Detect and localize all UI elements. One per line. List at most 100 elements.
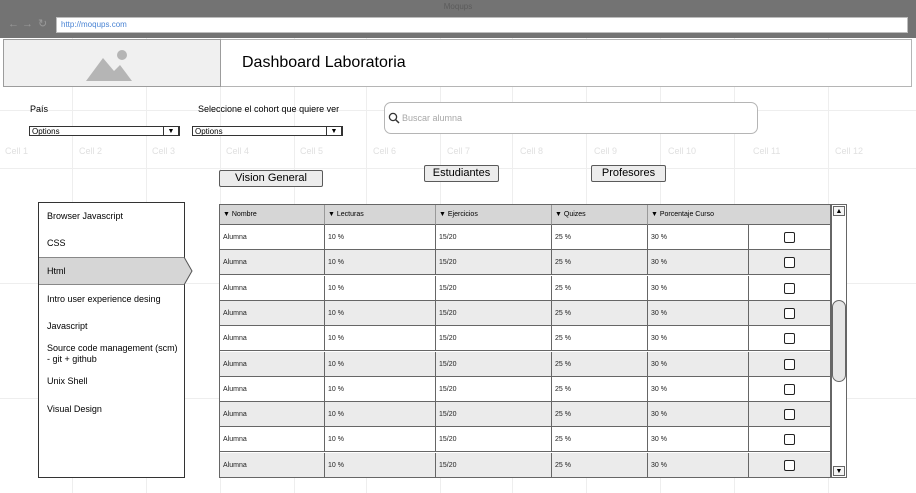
- table-row[interactable]: Alumna 10 % 15/20 25 % 30 %: [220, 351, 830, 377]
- estudiantes-button[interactable]: Estudiantes: [424, 165, 499, 182]
- table-cell: Alumna: [220, 326, 325, 352]
- vision-general-button[interactable]: Vision General: [219, 170, 323, 187]
- sidebar-item-javascript[interactable]: Javascript: [39, 321, 184, 332]
- cohort-select[interactable]: Options ▼: [192, 126, 343, 136]
- checkbox-icon[interactable]: [784, 333, 795, 345]
- search-input[interactable]: Buscar alumna: [384, 102, 758, 134]
- cohort-select-value: Options: [195, 127, 223, 136]
- table-scrollbar[interactable]: ▲ ▼: [831, 204, 847, 478]
- table-cell: 25 %: [552, 250, 648, 276]
- table-cell: 15/20: [436, 225, 552, 250]
- table-row[interactable]: Alumna 10 % 15/20 25 % 30 %: [220, 376, 830, 402]
- cohort-label: Seleccione el cohort que quiere ver: [198, 104, 340, 114]
- scroll-down-icon[interactable]: ▼: [833, 466, 845, 476]
- grid-cell-label: Cell 2: [79, 146, 103, 156]
- table-row[interactable]: Alumna 10 % 15/20 25 % 30 %: [220, 275, 830, 301]
- checkbox-icon[interactable]: [784, 307, 795, 319]
- table-cell: 10 %: [325, 326, 436, 352]
- table-cell: 25 %: [552, 275, 648, 301]
- country-select-value: Options: [32, 127, 60, 136]
- grid-cell-label: Cell 5: [300, 146, 324, 156]
- column-header-label: Porcentaje Curso: [659, 211, 714, 218]
- search-icon: [388, 112, 400, 124]
- table-cell: 10 %: [325, 427, 436, 453]
- checkbox-icon[interactable]: [784, 459, 795, 471]
- column-header-label: Lecturas: [336, 211, 364, 218]
- table-cell: Alumna: [220, 300, 325, 326]
- table-cell: 30 %: [648, 351, 749, 377]
- table-row[interactable]: Alumna 10 % 15/20 25 % 30 %: [220, 326, 830, 352]
- column-header[interactable]: ▼ Porcentaje Curso: [648, 205, 830, 225]
- column-header[interactable]: ▼ Quizes: [552, 205, 648, 225]
- table-cell: 10 %: [325, 402, 436, 428]
- sort-down-icon[interactable]: ▼: [328, 211, 337, 218]
- table-row[interactable]: Alumna 10 % 15/20 25 % 30 %: [220, 300, 830, 326]
- table-cell: 15/20: [436, 376, 552, 402]
- sort-down-icon[interactable]: ▼: [223, 211, 232, 218]
- window-title: Moqups: [443, 2, 473, 11]
- sort-down-icon[interactable]: ▼: [651, 211, 660, 218]
- checkbox-icon[interactable]: [784, 434, 795, 446]
- table-row[interactable]: Alumna 10 % 15/20 25 % 30 %: [220, 250, 830, 276]
- sidebar-item-unix-shell[interactable]: Unix Shell: [39, 376, 184, 387]
- table-cell: 10 %: [325, 225, 436, 250]
- table-row[interactable]: Alumna 10 % 15/20 25 % 30 %: [220, 402, 830, 428]
- chevron-down-icon[interactable]: ▼: [326, 127, 342, 135]
- table-cell: 25 %: [552, 427, 648, 453]
- column-header[interactable]: ▼ Lecturas: [325, 205, 436, 225]
- table-cell: 15/20: [436, 275, 552, 301]
- reload-icon[interactable]: ↻: [38, 18, 48, 30]
- sidebar-item-css[interactable]: CSS: [39, 238, 184, 249]
- table-cell: 15/20: [436, 326, 552, 352]
- checkbox-icon[interactable]: [784, 383, 795, 395]
- sidebar-item-intro-ux[interactable]: Intro user experience desing: [39, 294, 184, 305]
- grid-cell-label: Cell 1: [5, 146, 29, 156]
- table-row[interactable]: Alumna 10 % 15/20 25 % 30 %: [220, 225, 830, 250]
- url-bar[interactable]: http://moqups.com: [56, 17, 908, 33]
- arrow-right-icon[interactable]: →: [22, 18, 33, 30]
- grid-cell-label: Cell 6: [373, 146, 397, 156]
- table-cell: 25 %: [552, 376, 648, 402]
- table-cell: 30 %: [648, 275, 749, 301]
- table-cell: 25 %: [552, 452, 648, 477]
- grid-cell-label: Cell 8: [520, 146, 544, 156]
- course-sidebar: Browser Javascript CSS Html Intro user e…: [38, 202, 185, 478]
- sidebar-item-browser-javascript[interactable]: Browser Javascript: [39, 211, 184, 222]
- checkbox-icon[interactable]: [784, 282, 795, 294]
- checkbox-icon[interactable]: [784, 409, 795, 421]
- grid-cell-label: Cell 11: [753, 146, 781, 156]
- checkbox-icon[interactable]: [784, 232, 795, 243]
- grid-cell-label: Cell 7: [447, 146, 471, 156]
- table-cell: 10 %: [325, 376, 436, 402]
- country-select[interactable]: Options ▼: [29, 126, 180, 136]
- profesores-button[interactable]: Profesores: [591, 165, 666, 182]
- chevron-down-icon[interactable]: ▼: [163, 127, 179, 135]
- logo-placeholder: [3, 39, 221, 87]
- checkbox-icon[interactable]: [784, 358, 795, 370]
- sidebar-item-html[interactable]: Html: [39, 257, 184, 285]
- checkbox-icon[interactable]: [784, 257, 795, 269]
- table-cell: 15/20: [436, 300, 552, 326]
- table-cell: 15/20: [436, 427, 552, 453]
- page-title: Dashboard Laboratoria: [242, 54, 406, 71]
- sort-down-icon[interactable]: ▼: [439, 211, 448, 218]
- search-placeholder: Buscar alumna: [402, 113, 463, 123]
- sort-down-icon[interactable]: ▼: [555, 211, 564, 218]
- table-cell: 30 %: [648, 376, 749, 402]
- grid-cell-label: Cell 10: [668, 146, 697, 156]
- column-header[interactable]: ▼ Nombre: [220, 205, 325, 225]
- table-cell: 10 %: [325, 300, 436, 326]
- column-header[interactable]: ▼ Ejercicios: [436, 205, 552, 225]
- sidebar-item-scm[interactable]: Source code management (scm) - git + git…: [39, 343, 184, 365]
- scroll-up-icon[interactable]: ▲: [833, 206, 845, 216]
- image-placeholder-icon: [86, 50, 132, 81]
- table-cell: 30 %: [648, 427, 749, 453]
- table-cell: 15/20: [436, 250, 552, 276]
- scrollbar-thumb[interactable]: [832, 300, 846, 382]
- table-row[interactable]: Alumna 10 % 15/20 25 % 30 %: [220, 452, 830, 477]
- arrow-left-icon[interactable]: ←: [8, 18, 19, 30]
- table-cell: 30 %: [648, 250, 749, 276]
- table-row[interactable]: Alumna 10 % 15/20 25 % 30 %: [220, 427, 830, 453]
- sidebar-item-visual-design[interactable]: Visual Design: [39, 404, 184, 415]
- table-cell: 25 %: [552, 326, 648, 352]
